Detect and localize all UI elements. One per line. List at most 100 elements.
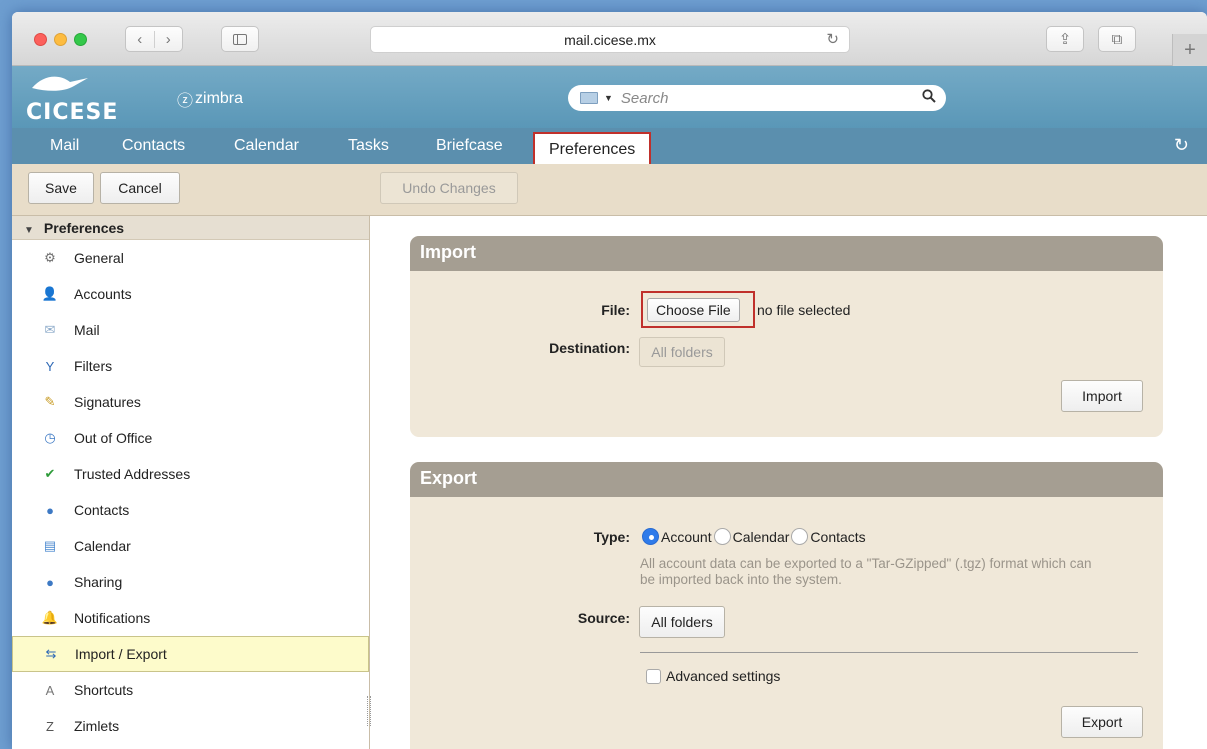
- tabs-icon: ⧉: [1111, 30, 1123, 48]
- tab-calendar[interactable]: Calendar: [234, 137, 299, 155]
- out-of-office-icon: ◷: [44, 430, 56, 445]
- signature-icon: ✎: [44, 394, 56, 409]
- forward-icon[interactable]: ›: [153, 30, 183, 48]
- sidebar-item-label: Accounts: [74, 286, 132, 302]
- type-contacts-label[interactable]: Contacts: [810, 529, 865, 545]
- plus-icon: +: [1184, 38, 1196, 61]
- tab-tasks[interactable]: Tasks: [348, 137, 389, 155]
- search-input[interactable]: Search: [621, 90, 669, 107]
- search-icon[interactable]: [922, 89, 936, 106]
- bird-logo-icon: [32, 76, 88, 91]
- sidebar-item-trusted-addresses[interactable]: ✔ Trusted Addresses: [12, 456, 369, 492]
- divider: [640, 652, 1138, 653]
- sidebar-toggle-button[interactable]: [221, 26, 259, 52]
- advanced-settings-label[interactable]: Advanced settings: [666, 668, 780, 684]
- export-title: Export: [410, 462, 1163, 497]
- search-bar[interactable]: ▼ Search: [568, 85, 946, 111]
- logo-text: CICESE: [26, 100, 119, 125]
- type-account-label[interactable]: Account: [661, 529, 712, 545]
- sidebar-item-label: Import / Export: [75, 646, 167, 662]
- url-text: mail.cicese.mx: [564, 31, 656, 48]
- accounts-icon: 👤: [41, 286, 59, 301]
- sidebar-item-out-of-office[interactable]: ◷ Out of Office: [12, 420, 369, 456]
- type-account-radio[interactable]: [642, 528, 659, 545]
- sidebar-header[interactable]: ▼ Preferences: [12, 216, 369, 240]
- minimize-window-button[interactable]: [54, 33, 67, 46]
- sidebar-item-label: Notifications: [74, 610, 151, 626]
- filter-icon: Y: [45, 358, 55, 374]
- zimbra-icon: ⓩ: [177, 93, 194, 110]
- back-icon[interactable]: ‹: [126, 31, 154, 48]
- browser-toolbar: ‹ › mail.cicese.mx ↻ ⇪ ⧉ +: [12, 12, 1207, 66]
- zimbra-text: zimbra: [195, 90, 244, 107]
- keyboard-icon: A: [45, 682, 55, 698]
- sidebar-item-sharing[interactable]: ● Sharing: [12, 564, 369, 600]
- export-hint: All account data can be exported to a "T…: [640, 556, 1092, 587]
- export-button[interactable]: Export: [1061, 706, 1143, 738]
- app-header: CICESE ⓩ zimbra ▼ Search: [12, 66, 1207, 128]
- sidebar-list: ⚙ General 👤 Accounts ✉ Mail Y Filters ✎ Signature…: [12, 240, 369, 744]
- sidebar-item-calendar[interactable]: ▤ Calendar: [12, 528, 369, 564]
- sidebar-item-contacts[interactable]: ● Contacts: [12, 492, 369, 528]
- main-content: Import File: Choose File no file selecte…: [371, 216, 1207, 749]
- type-calendar-label[interactable]: Calendar: [733, 529, 790, 545]
- zimlet-icon: Z: [46, 718, 54, 734]
- file-label: File:: [601, 302, 630, 318]
- tab-preferences[interactable]: Preferences: [533, 132, 652, 164]
- tab-mail[interactable]: Mail: [50, 137, 79, 155]
- sidebar-item-import-export[interactable]: ⇆ Import / Export: [12, 636, 369, 672]
- source-folder-button[interactable]: All folders: [639, 606, 725, 638]
- share-icon: ⇪: [1058, 31, 1072, 48]
- sidebar-item-label: Trusted Addresses: [74, 466, 191, 482]
- sidebar-item-filters[interactable]: Y Filters: [12, 348, 369, 384]
- sidebar-item-label: Signatures: [74, 394, 141, 410]
- refresh-icon[interactable]: ↻: [1174, 135, 1189, 156]
- show-tabs-button[interactable]: ⧉: [1098, 26, 1136, 52]
- tab-briefcase[interactable]: Briefcase: [436, 137, 503, 155]
- envelope-icon: ✉: [44, 322, 56, 337]
- import-button[interactable]: Import: [1061, 380, 1143, 412]
- bell-icon: 🔔: [41, 610, 59, 625]
- chevron-down-icon[interactable]: ▼: [604, 93, 613, 103]
- gear-icon: ⚙: [44, 250, 56, 265]
- advanced-settings-checkbox[interactable]: [646, 669, 661, 684]
- preferences-sidebar: ▼ Preferences ⚙ General 👤 Accounts ✉ Mail Y Filt…: [12, 216, 371, 749]
- sidebar-item-signatures[interactable]: ✎ Signatures: [12, 384, 369, 420]
- app-tab-bar: Mail Contacts Calendar Tasks Briefcase P…: [12, 128, 1207, 164]
- tab-contacts[interactable]: Contacts: [122, 137, 185, 155]
- undo-changes-button[interactable]: Undo Changes: [380, 172, 518, 204]
- sidebar-item-general[interactable]: ⚙ General: [12, 240, 369, 276]
- sidebar-item-notifications[interactable]: 🔔 Notifications: [12, 600, 369, 636]
- sharing-icon: ●: [46, 574, 54, 590]
- import-title: Import: [410, 236, 1163, 271]
- sidebar-item-label: Shortcuts: [74, 682, 134, 698]
- sidebar-item-label: Contacts: [74, 502, 130, 518]
- cancel-button[interactable]: Cancel: [100, 172, 180, 204]
- choose-file-highlight: [641, 291, 755, 328]
- sidebar-item-label: Mail: [74, 322, 100, 338]
- new-tab-button[interactable]: +: [1172, 34, 1207, 66]
- zoom-window-button[interactable]: [74, 33, 87, 46]
- collapse-triangle-icon[interactable]: ▼: [24, 225, 34, 236]
- source-label: Source:: [577, 610, 630, 626]
- import-export-icon: ⇆: [45, 646, 57, 661]
- envelope-icon[interactable]: [580, 92, 598, 104]
- export-panel: Export Type: Account Calendar Contacts A…: [410, 462, 1163, 749]
- destination-folder-button[interactable]: All folders: [639, 337, 725, 367]
- type-calendar-radio[interactable]: [713, 528, 731, 545]
- sidebar-item-accounts[interactable]: 👤 Accounts: [12, 276, 369, 312]
- sidebar-item-mail[interactable]: ✉ Mail: [12, 312, 369, 348]
- save-button[interactable]: Save: [28, 172, 94, 204]
- sidebar-item-label: Calendar: [74, 538, 131, 554]
- sidebar-item-label: General: [74, 250, 124, 266]
- address-bar[interactable]: mail.cicese.mx ↻: [370, 26, 850, 53]
- calendar-icon: ▤: [43, 538, 57, 553]
- type-contacts-radio[interactable]: [791, 528, 809, 545]
- destination-label: Destination:: [549, 340, 630, 356]
- close-window-button[interactable]: [34, 33, 47, 46]
- browser-window: ‹ › mail.cicese.mx ↻ ⇪ ⧉ + CICESE ⓩ zimb…: [12, 12, 1207, 749]
- sidebar-item-shortcuts[interactable]: A Shortcuts: [12, 672, 369, 708]
- reload-icon[interactable]: ↻: [826, 30, 839, 48]
- sidebar-item-zimlets[interactable]: Z Zimlets: [12, 708, 369, 744]
- share-button[interactable]: ⇪: [1046, 26, 1084, 52]
